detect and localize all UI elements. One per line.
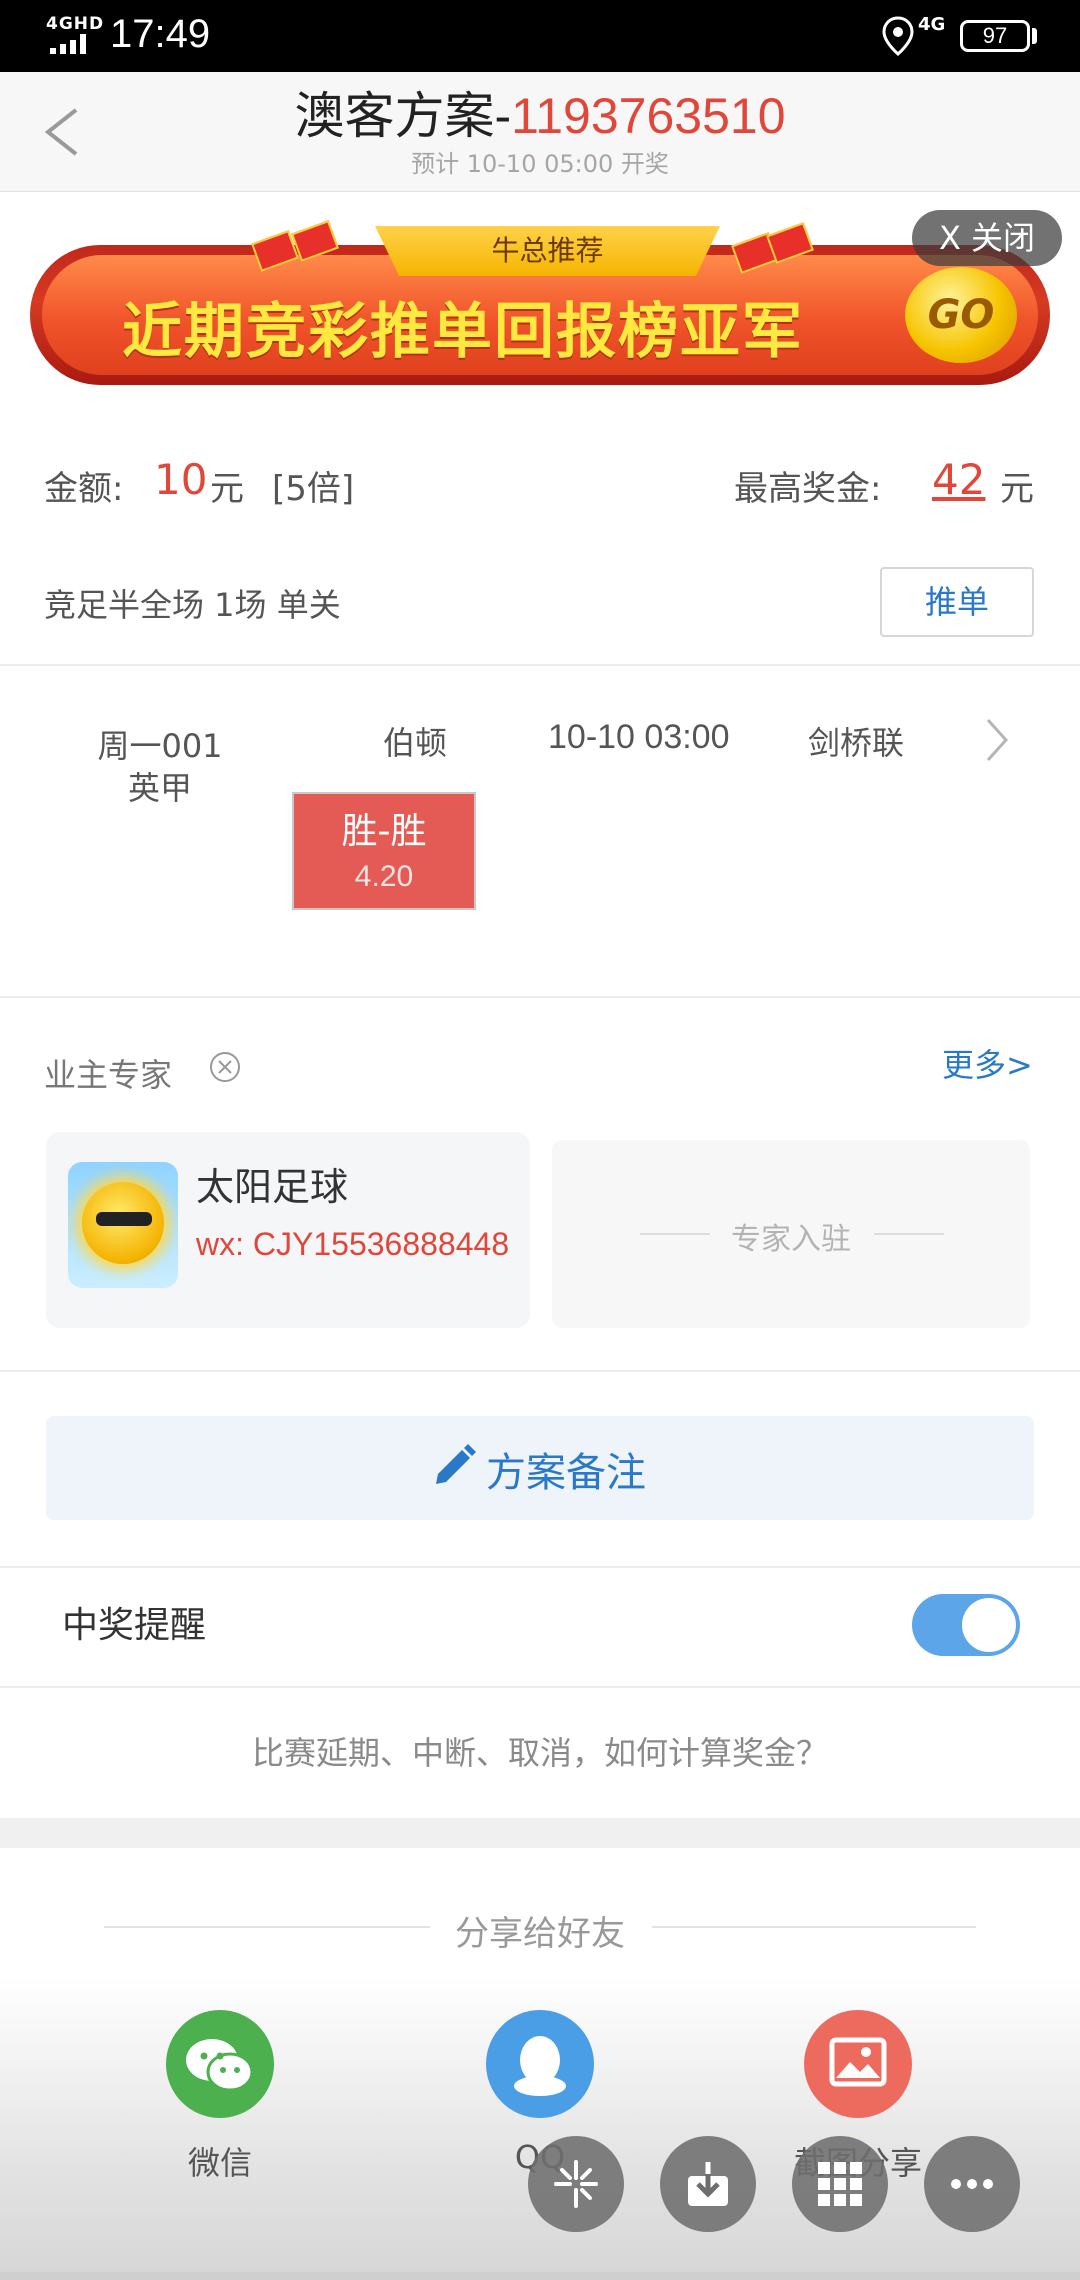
decor-line <box>874 1233 944 1235</box>
status-bar: 4GHD 17:49 4G 97 <box>0 0 1080 72</box>
more-link[interactable]: 更多> <box>942 1040 1033 1086</box>
image-icon <box>829 2037 887 2087</box>
battery-icon: 97 <box>960 20 1030 52</box>
divider <box>0 664 1080 666</box>
league-name: 英甲 <box>127 769 192 807</box>
go-button[interactable]: GO <box>905 267 1017 363</box>
pick-name: 胜-胜 <box>341 811 427 852</box>
banner-text: 近期竞彩推单回报榜亚军 <box>122 297 804 367</box>
nav-bar <box>0 2272 1080 2280</box>
match-info: 周一001 英甲 <box>60 725 260 809</box>
flash-button[interactable] <box>528 2136 624 2232</box>
prize-reminder-label: 中奖提醒 <box>62 1605 207 1646</box>
banner-tag: 牛总推荐 <box>375 226 720 276</box>
decor-line <box>652 1926 976 1928</box>
owner-expert-label: 业主专家 <box>44 1056 173 1094</box>
share-screenshot-button[interactable] <box>804 2010 912 2118</box>
home-team: 伯顿 <box>382 724 447 762</box>
plan-notes-button[interactable]: 方案备注 <box>46 1416 1034 1520</box>
close-banner-button[interactable]: X 关闭 <box>912 210 1062 266</box>
page-title: 澳客方案-1193763510 <box>0 76 1080 148</box>
grid-button[interactable] <box>792 2136 888 2232</box>
flash-icon <box>554 2160 598 2208</box>
clock: 17:49 <box>110 12 211 56</box>
draw-time: 预计 10-10 05:00 开奖 <box>411 150 669 178</box>
expert-card[interactable]: 太阳足球 wx: CJY15536888448 <box>46 1132 530 1328</box>
amount-row: 金额: 10 元 [5倍] 最高奖金: 42 元 <box>44 455 1044 515</box>
away-team: 剑桥联 <box>808 724 905 762</box>
prize-reminder-toggle[interactable] <box>912 1594 1020 1656</box>
download-icon <box>688 2162 728 2206</box>
max-prize-label: 最高奖金: <box>734 469 882 509</box>
expert-name: 太阳足球 <box>196 1165 349 1209</box>
grid-icon <box>818 2162 862 2206</box>
battery-tip <box>1032 28 1037 44</box>
push-order-button[interactable]: 推单 <box>880 567 1034 637</box>
divider <box>0 1566 1080 1568</box>
download-button[interactable] <box>660 2136 756 2232</box>
bet-type: 竞足半全场 1场 单关 <box>44 586 341 624</box>
chevron-right-icon[interactable] <box>982 716 1012 764</box>
title-prefix: 澳客方案- <box>294 88 512 144</box>
section-gap <box>0 1818 1080 1848</box>
plan-notes-label: 方案备注 <box>486 1450 646 1496</box>
wechat-icon <box>186 2039 254 2092</box>
divider <box>0 996 1080 998</box>
qq-icon <box>514 2036 566 2096</box>
share-title: 分享给好友 <box>455 1914 625 1954</box>
signal-icon <box>50 34 94 54</box>
pencil-icon <box>436 1444 476 1484</box>
sunglasses-icon <box>96 1212 152 1226</box>
close-circle-icon[interactable] <box>208 1050 242 1084</box>
more-button[interactable] <box>924 2136 1020 2232</box>
expert-wechat: wx: CJY15536888448 <box>196 1226 510 1262</box>
amount-value: 10 <box>154 455 208 504</box>
divider <box>0 1370 1080 1372</box>
share-wechat-label: 微信 <box>187 2144 252 2182</box>
network-type: 4GHD <box>46 14 105 34</box>
avatar <box>68 1162 178 1288</box>
plan-id: 1193763510 <box>511 88 786 144</box>
join-label: 专家入驻 <box>731 1222 851 1257</box>
toggle-knob <box>962 1598 1016 1652</box>
amount-label: 金额: <box>44 469 124 509</box>
share-wechat-button[interactable] <box>166 2010 274 2118</box>
expert-join-card[interactable]: 专家入驻 <box>552 1140 1030 1328</box>
app-header: 澳客方案-1193763510 预计 10-10 05:00 开奖 <box>0 72 1080 192</box>
max-prize-value[interactable]: 42 <box>932 455 985 504</box>
divider <box>0 1686 1080 1688</box>
share-qq-button[interactable] <box>486 2010 594 2118</box>
location-icon <box>882 16 914 56</box>
multiplier: [5倍] <box>272 469 355 509</box>
prize-faq-link[interactable]: 比赛延期、中断、取消，如何计算奖金？ <box>0 1728 1080 1774</box>
match-time: 10-10 03:00 <box>548 718 730 756</box>
mobile-data-indicator: 4G <box>918 14 946 35</box>
pick-cell: 胜-胜 4.20 <box>292 792 476 910</box>
pick-odds: 4.20 <box>354 860 414 893</box>
amount-unit: 元 <box>210 469 244 509</box>
max-prize-unit: 元 <box>1000 469 1034 509</box>
match-number: 周一001 <box>97 727 223 765</box>
more-icon <box>951 2179 993 2189</box>
